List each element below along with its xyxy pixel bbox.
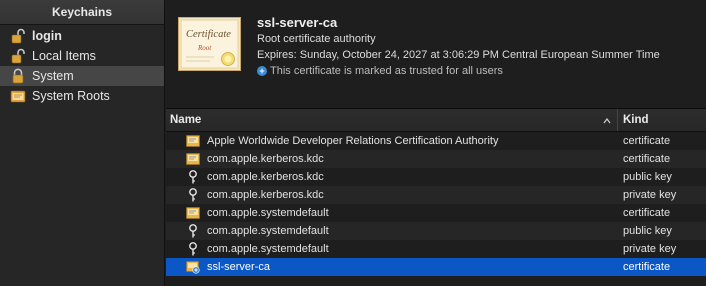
trust-message: This certificate is marked as trusted fo…: [270, 65, 503, 77]
folder-icon: [9, 88, 26, 105]
trust-status: + This certificate is marked as trusted …: [257, 65, 503, 77]
sidebar-item-local-items[interactable]: Local Items: [0, 46, 164, 66]
table-row[interactable]: ssl-server-ca certificate: [166, 258, 706, 276]
sidebar-item-label: login: [32, 29, 62, 43]
row-name: com.apple.systemdefault: [207, 207, 329, 219]
table-row[interactable]: com.apple.kerberos.kdc public key: [166, 168, 706, 186]
row-kind: private key: [623, 189, 677, 201]
row-name: com.apple.kerberos.kdc: [207, 153, 324, 165]
key-icon: [186, 242, 200, 256]
table-row[interactable]: com.apple.systemdefault private key: [166, 240, 706, 258]
certificate-expiry: Expires: Sunday, October 24, 2027 at 3:0…: [257, 49, 660, 61]
sidebar-item-login[interactable]: login: [0, 26, 164, 46]
column-header-name[interactable]: Name: [166, 109, 618, 131]
lock-closed-icon: [9, 68, 26, 85]
row-kind: certificate: [623, 261, 671, 273]
row-name: com.apple.kerberos.kdc: [207, 171, 324, 183]
row-name: com.apple.systemdefault: [207, 225, 329, 237]
lock-open-icon: [9, 48, 26, 65]
cert-image-title: Certificate: [186, 29, 231, 40]
sidebar-header: Keychains: [0, 0, 164, 25]
sidebar-item-label: System Roots: [32, 89, 110, 103]
row-kind: public key: [623, 171, 672, 183]
certificate-icon: [186, 134, 200, 148]
row-kind: private key: [623, 243, 677, 255]
table-row[interactable]: com.apple.systemdefault certificate: [166, 204, 706, 222]
certificate-type: Root certificate authority: [257, 33, 376, 45]
keychain-items-table: Name Kind Apple Worldwide Developer Rela…: [166, 109, 706, 286]
certificate-icon: [186, 206, 200, 220]
row-name: com.apple.kerberos.kdc: [207, 189, 324, 201]
table-header: Name Kind: [166, 109, 706, 132]
sidebar-item-label: Local Items: [32, 49, 96, 63]
key-icon: [186, 170, 200, 184]
row-name: Apple Worldwide Developer Relations Cert…: [207, 135, 499, 147]
table-row[interactable]: com.apple.kerberos.kdc certificate: [166, 150, 706, 168]
column-header-name-label: Name: [170, 114, 202, 126]
row-name: ssl-server-ca: [207, 261, 270, 273]
table-row[interactable]: com.apple.kerberos.kdc private key: [166, 186, 706, 204]
trusted-certificate-icon: [186, 260, 200, 274]
certificate-image: Certificate Root: [178, 17, 241, 71]
lock-open-icon: [9, 28, 26, 45]
row-kind: certificate: [623, 135, 671, 147]
row-kind: public key: [623, 225, 672, 237]
cert-image-subtitle: Root: [197, 44, 212, 52]
certificate-icon: [186, 152, 200, 166]
key-icon: [186, 188, 200, 202]
row-kind: certificate: [623, 207, 671, 219]
table-row[interactable]: Apple Worldwide Developer Relations Cert…: [166, 132, 706, 150]
row-name: com.apple.systemdefault: [207, 243, 329, 255]
sidebar-item-label: System: [32, 69, 74, 83]
sort-ascending-icon[interactable]: [602, 109, 612, 141]
certificate-detail-panel: Certificate Root ssl-server-ca Root cert…: [166, 0, 706, 109]
certificate-name: ssl-server-ca: [257, 15, 338, 30]
column-header-kind[interactable]: Kind: [618, 109, 706, 131]
sidebar-item-system-roots[interactable]: System Roots: [0, 86, 164, 106]
plus-circle-icon: +: [257, 66, 267, 76]
table-row[interactable]: com.apple.systemdefault public key: [166, 222, 706, 240]
keychain-list: login Local Items System System Roots: [0, 25, 164, 106]
row-kind: certificate: [623, 153, 671, 165]
sidebar-item-system[interactable]: System: [0, 66, 164, 86]
key-icon: [186, 224, 200, 238]
keychains-sidebar: Keychains login Local Items System Syste…: [0, 0, 165, 286]
